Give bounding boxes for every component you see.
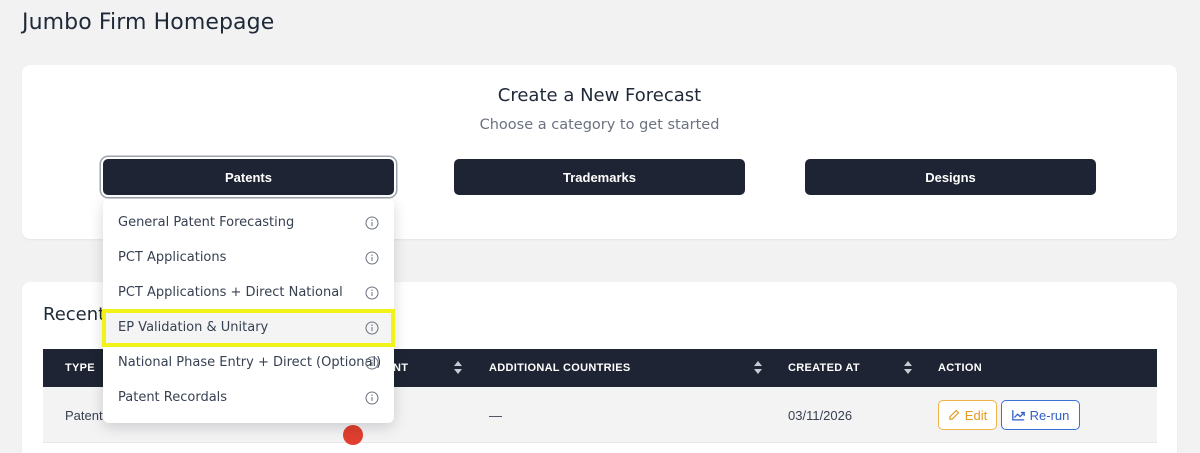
rerun-label: Re-run xyxy=(1029,407,1070,423)
recent-title: Recent xyxy=(43,304,106,325)
menu-item-label: EP Validation & Unitary xyxy=(118,320,269,335)
info-icon[interactable] xyxy=(365,391,379,405)
column-header-type[interactable]: TYPE xyxy=(65,349,95,387)
menu-item-pct-applications-direct-national[interactable]: PCT Applications + Direct National xyxy=(103,275,394,310)
cell-created-at: 03/11/2026 xyxy=(788,407,853,423)
menu-item-label: General Patent Forecasting xyxy=(118,215,295,230)
designs-button[interactable]: Designs xyxy=(805,159,1096,195)
edit-button[interactable]: Edit xyxy=(938,400,997,430)
menu-item-general-patent-forecasting[interactable]: General Patent Forecasting xyxy=(103,205,394,240)
menu-item-label: PCT Applications + Direct National xyxy=(118,285,343,300)
info-icon[interactable] xyxy=(365,251,379,265)
patents-button[interactable]: Patents xyxy=(103,159,394,195)
edit-label: Edit xyxy=(964,407,988,423)
menu-item-pct-applications[interactable]: PCT Applications xyxy=(103,240,394,275)
menu-item-label: Patent Recordals xyxy=(118,390,228,405)
sort-icon[interactable] xyxy=(754,361,762,375)
menu-item-ep-validation-unitary[interactable]: EP Validation & Unitary xyxy=(103,310,394,345)
menu-item-label: National Phase Entry + Direct (Optional) xyxy=(118,355,382,370)
info-icon[interactable] xyxy=(365,286,379,300)
forecast-title: Create a New Forecast xyxy=(497,85,702,106)
rerun-button[interactable]: Re-run xyxy=(1001,400,1080,430)
menu-item-national-phase-entry-direct[interactable]: National Phase Entry + Direct (Optional) xyxy=(103,345,394,380)
patents-dropdown-menu: General Patent Forecasting PCT Applicati… xyxy=(103,199,394,423)
info-icon[interactable] xyxy=(365,216,379,230)
menu-item-patent-recordals[interactable]: Patent Recordals xyxy=(103,380,394,415)
page-title: Jumbo Firm Homepage xyxy=(22,10,275,35)
column-header-action: ACTION xyxy=(938,362,982,374)
column-header-created-at[interactable]: CREATED AT xyxy=(788,349,860,387)
trend-icon xyxy=(1011,410,1025,421)
status-icon xyxy=(343,425,363,445)
sort-icon[interactable] xyxy=(904,361,912,375)
menu-item-label: PCT Applications xyxy=(118,250,227,265)
pencil-icon xyxy=(949,409,960,420)
column-header-additional-countries[interactable]: ADDITIONAL COUNTRIES xyxy=(489,349,630,387)
info-icon[interactable] xyxy=(365,321,379,335)
trademarks-button[interactable]: Trademarks xyxy=(454,159,745,195)
info-icon[interactable] xyxy=(365,356,379,370)
forecast-subtitle: Choose a category to get started xyxy=(479,117,720,133)
column-header-nt[interactable]: NT xyxy=(393,349,408,387)
cell-type: Patent xyxy=(65,407,103,423)
cell-additional-countries: — xyxy=(489,407,502,423)
sort-icon[interactable] xyxy=(454,361,462,375)
